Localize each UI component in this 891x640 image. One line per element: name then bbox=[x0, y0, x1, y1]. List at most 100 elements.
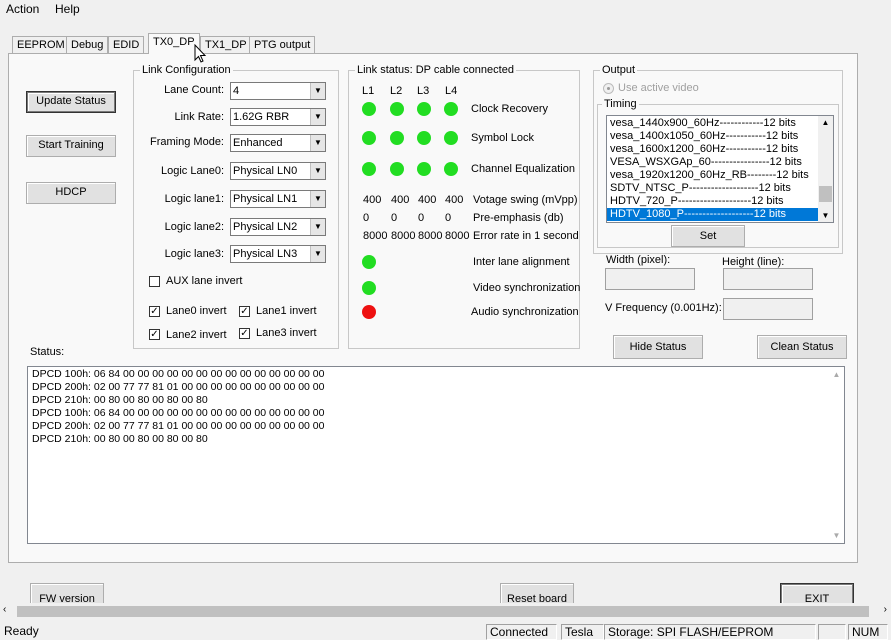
lane1-invert-checkbox[interactable]: ✓ bbox=[239, 306, 250, 317]
channel-equalization-label: Channel Equalization bbox=[471, 163, 575, 175]
link-configuration-group: Link Configuration Lane Count: 4 ▼ Link R… bbox=[133, 64, 339, 349]
list-item[interactable]: vesa_1600x1200_60Hz-----------12 bits bbox=[607, 143, 819, 156]
logic-lane0-select[interactable]: Physical LN0 ▼ bbox=[230, 162, 326, 180]
list-item[interactable]: vesa_1920x1200_60Hz_RB--------12 bits bbox=[607, 169, 819, 182]
error-rate-l1: 8000 bbox=[363, 230, 388, 242]
chevron-down-icon: ▼ bbox=[310, 191, 325, 207]
tab-eeprom[interactable]: EEPROM bbox=[12, 36, 70, 54]
list-item-selected[interactable]: HDTV_1080_P-------------------12 bits bbox=[607, 208, 819, 221]
scroll-up-icon[interactable]: ▲ bbox=[818, 118, 833, 127]
tab-edid[interactable]: EDID bbox=[108, 36, 145, 54]
scroll-left-icon[interactable]: ‹ bbox=[3, 604, 6, 615]
scrollbar-thumb[interactable] bbox=[17, 606, 869, 617]
status-line: DPCD 100h: 06 84 00 00 00 00 00 00 00 00… bbox=[32, 407, 325, 419]
tab-tx0-dp[interactable]: TX0_DP bbox=[148, 33, 200, 54]
scroll-down-icon[interactable]: ▼ bbox=[818, 211, 833, 220]
chevron-down-icon: ▼ bbox=[310, 109, 325, 125]
framing-mode-label: Framing Mode: bbox=[150, 136, 224, 148]
tab-tx1-dp[interactable]: TX1_DP bbox=[200, 36, 252, 54]
width-pixel-field[interactable] bbox=[605, 268, 695, 290]
status-textarea[interactable]: DPCD 100h: 06 84 00 00 00 00 00 00 00 00… bbox=[27, 366, 845, 544]
clock-recovery-l4-led bbox=[444, 102, 458, 116]
list-item[interactable]: vesa_1400x1050_60Hz-----------12 bits bbox=[607, 130, 819, 143]
hide-status-button[interactable]: Hide Status bbox=[613, 335, 703, 359]
logic-lane2-select[interactable]: Physical LN2 ▼ bbox=[230, 218, 326, 236]
aux-lane-invert-checkbox[interactable] bbox=[149, 276, 160, 287]
lane-count-select[interactable]: 4 ▼ bbox=[230, 82, 326, 100]
lane2-invert-checkbox[interactable]: ✓ bbox=[149, 329, 160, 340]
scroll-up-icon[interactable]: ▲ bbox=[829, 368, 844, 381]
lane-count-label: Lane Count: bbox=[164, 84, 224, 96]
symbol-lock-l3-led bbox=[417, 131, 431, 145]
logic-lane1-label: Logic lane1: bbox=[164, 193, 224, 205]
v-frequency-field[interactable] bbox=[723, 298, 813, 320]
status-label: Status: bbox=[30, 346, 65, 358]
status-scrollbar[interactable]: ▲ ▼ bbox=[829, 367, 844, 543]
tab-panel: Update Status Start Training HDCP Link C… bbox=[8, 53, 858, 563]
lane-header-l4: L4 bbox=[445, 85, 458, 97]
lane3-invert-checkbox[interactable]: ✓ bbox=[239, 328, 250, 339]
symbol-lock-l2-led bbox=[390, 131, 404, 145]
timing-title: Timing bbox=[602, 98, 639, 110]
scroll-right-icon[interactable]: › bbox=[884, 604, 887, 615]
audio-sync-label: Audio synchronization bbox=[471, 306, 579, 318]
mouse-cursor-icon bbox=[194, 44, 207, 63]
height-line-label: Height (line): bbox=[722, 256, 785, 268]
preemph-l1: 0 bbox=[363, 212, 370, 224]
link-status-title: Link status: DP cable connected bbox=[355, 64, 516, 76]
status-bar: Ready Connected Tesla Storage: SPI FLASH… bbox=[0, 622, 891, 640]
menu-help[interactable]: Help bbox=[53, 2, 82, 16]
lane0-invert-label: Lane0 invert bbox=[166, 305, 227, 317]
logic-lane1-select[interactable]: Physical LN1 ▼ bbox=[230, 190, 326, 208]
width-pixel-label: Width (pixel): bbox=[606, 254, 671, 266]
storage-info: Storage: SPI FLASH/EEPROM bbox=[604, 624, 816, 640]
link-configuration-title: Link Configuration bbox=[140, 64, 233, 76]
status-line: DPCD 200h: 02 00 77 77 81 01 00 00 00 00… bbox=[32, 381, 325, 393]
list-item[interactable]: vesa_1440x900_60Hz------------12 bits bbox=[607, 117, 819, 130]
start-training-button[interactable]: Start Training bbox=[26, 135, 116, 157]
logic-lane0-label: Logic Lane0: bbox=[161, 165, 224, 177]
horizontal-scrollbar[interactable]: ‹ › bbox=[0, 603, 891, 620]
symbol-lock-l4-led bbox=[444, 131, 458, 145]
connection-status: Connected bbox=[486, 624, 557, 640]
error-rate-l3: 8000 bbox=[418, 230, 443, 242]
timing-list-scrollbar[interactable]: ▲ ▼ bbox=[818, 116, 833, 222]
clock-recovery-l2-led bbox=[390, 102, 404, 116]
preemph-l4: 0 bbox=[445, 212, 452, 224]
ready-text: Ready bbox=[4, 624, 39, 638]
list-item[interactable]: VESA_WSXGAp_60----------------12 bits bbox=[607, 156, 819, 169]
video-sync-led bbox=[362, 281, 376, 295]
tab-ptg-output[interactable]: PTG output bbox=[249, 36, 316, 54]
hdcp-button[interactable]: HDCP bbox=[26, 182, 116, 204]
set-button[interactable]: Set bbox=[671, 225, 745, 247]
logic-lane1-value: Physical LN1 bbox=[233, 193, 298, 205]
scroll-down-icon[interactable]: ▼ bbox=[829, 529, 844, 542]
list-item[interactable]: SDTV_NTSC_P-------------------12 bits bbox=[607, 182, 819, 195]
status-line: DPCD 100h: 06 84 00 00 00 00 00 00 00 00… bbox=[32, 368, 325, 380]
clean-status-button[interactable]: Clean Status bbox=[757, 335, 847, 359]
status-line: DPCD 210h: 00 80 00 80 00 80 00 80 bbox=[32, 394, 208, 406]
logic-lane3-label: Logic lane3: bbox=[164, 248, 224, 260]
link-rate-select[interactable]: 1.62G RBR ▼ bbox=[230, 108, 326, 126]
use-active-video-radio[interactable] bbox=[603, 83, 614, 94]
update-status-button[interactable]: Update Status bbox=[26, 91, 116, 113]
lane1-invert-label: Lane1 invert bbox=[256, 305, 317, 317]
v-frequency-label: V Frequency (0.001Hz): bbox=[605, 302, 722, 314]
timing-list[interactable]: vesa_1440x900_60Hz------------12 bits ve… bbox=[606, 115, 834, 223]
logic-lane3-value: Physical LN3 bbox=[233, 248, 298, 260]
link-rate-label: Link Rate: bbox=[174, 111, 224, 123]
height-line-field[interactable] bbox=[723, 268, 813, 290]
symbol-lock-label: Symbol Lock bbox=[471, 132, 534, 144]
clock-recovery-l1-led bbox=[362, 102, 376, 116]
status-line: DPCD 210h: 00 80 00 80 00 80 00 80 bbox=[32, 433, 208, 445]
framing-mode-select[interactable]: Enhanced ▼ bbox=[230, 134, 326, 152]
voltage-l3: 400 bbox=[418, 194, 437, 206]
menu-action[interactable]: Action bbox=[4, 2, 41, 16]
list-item[interactable]: HDTV_720_P--------------------12 bits bbox=[607, 195, 819, 208]
empty-pane bbox=[818, 624, 846, 640]
lane0-invert-checkbox[interactable]: ✓ bbox=[149, 306, 160, 317]
device-name: Tesla bbox=[561, 624, 604, 640]
logic-lane3-select[interactable]: Physical LN3 ▼ bbox=[230, 245, 326, 263]
scrollbar-thumb[interactable] bbox=[819, 186, 832, 202]
tab-debug[interactable]: Debug bbox=[66, 36, 109, 54]
